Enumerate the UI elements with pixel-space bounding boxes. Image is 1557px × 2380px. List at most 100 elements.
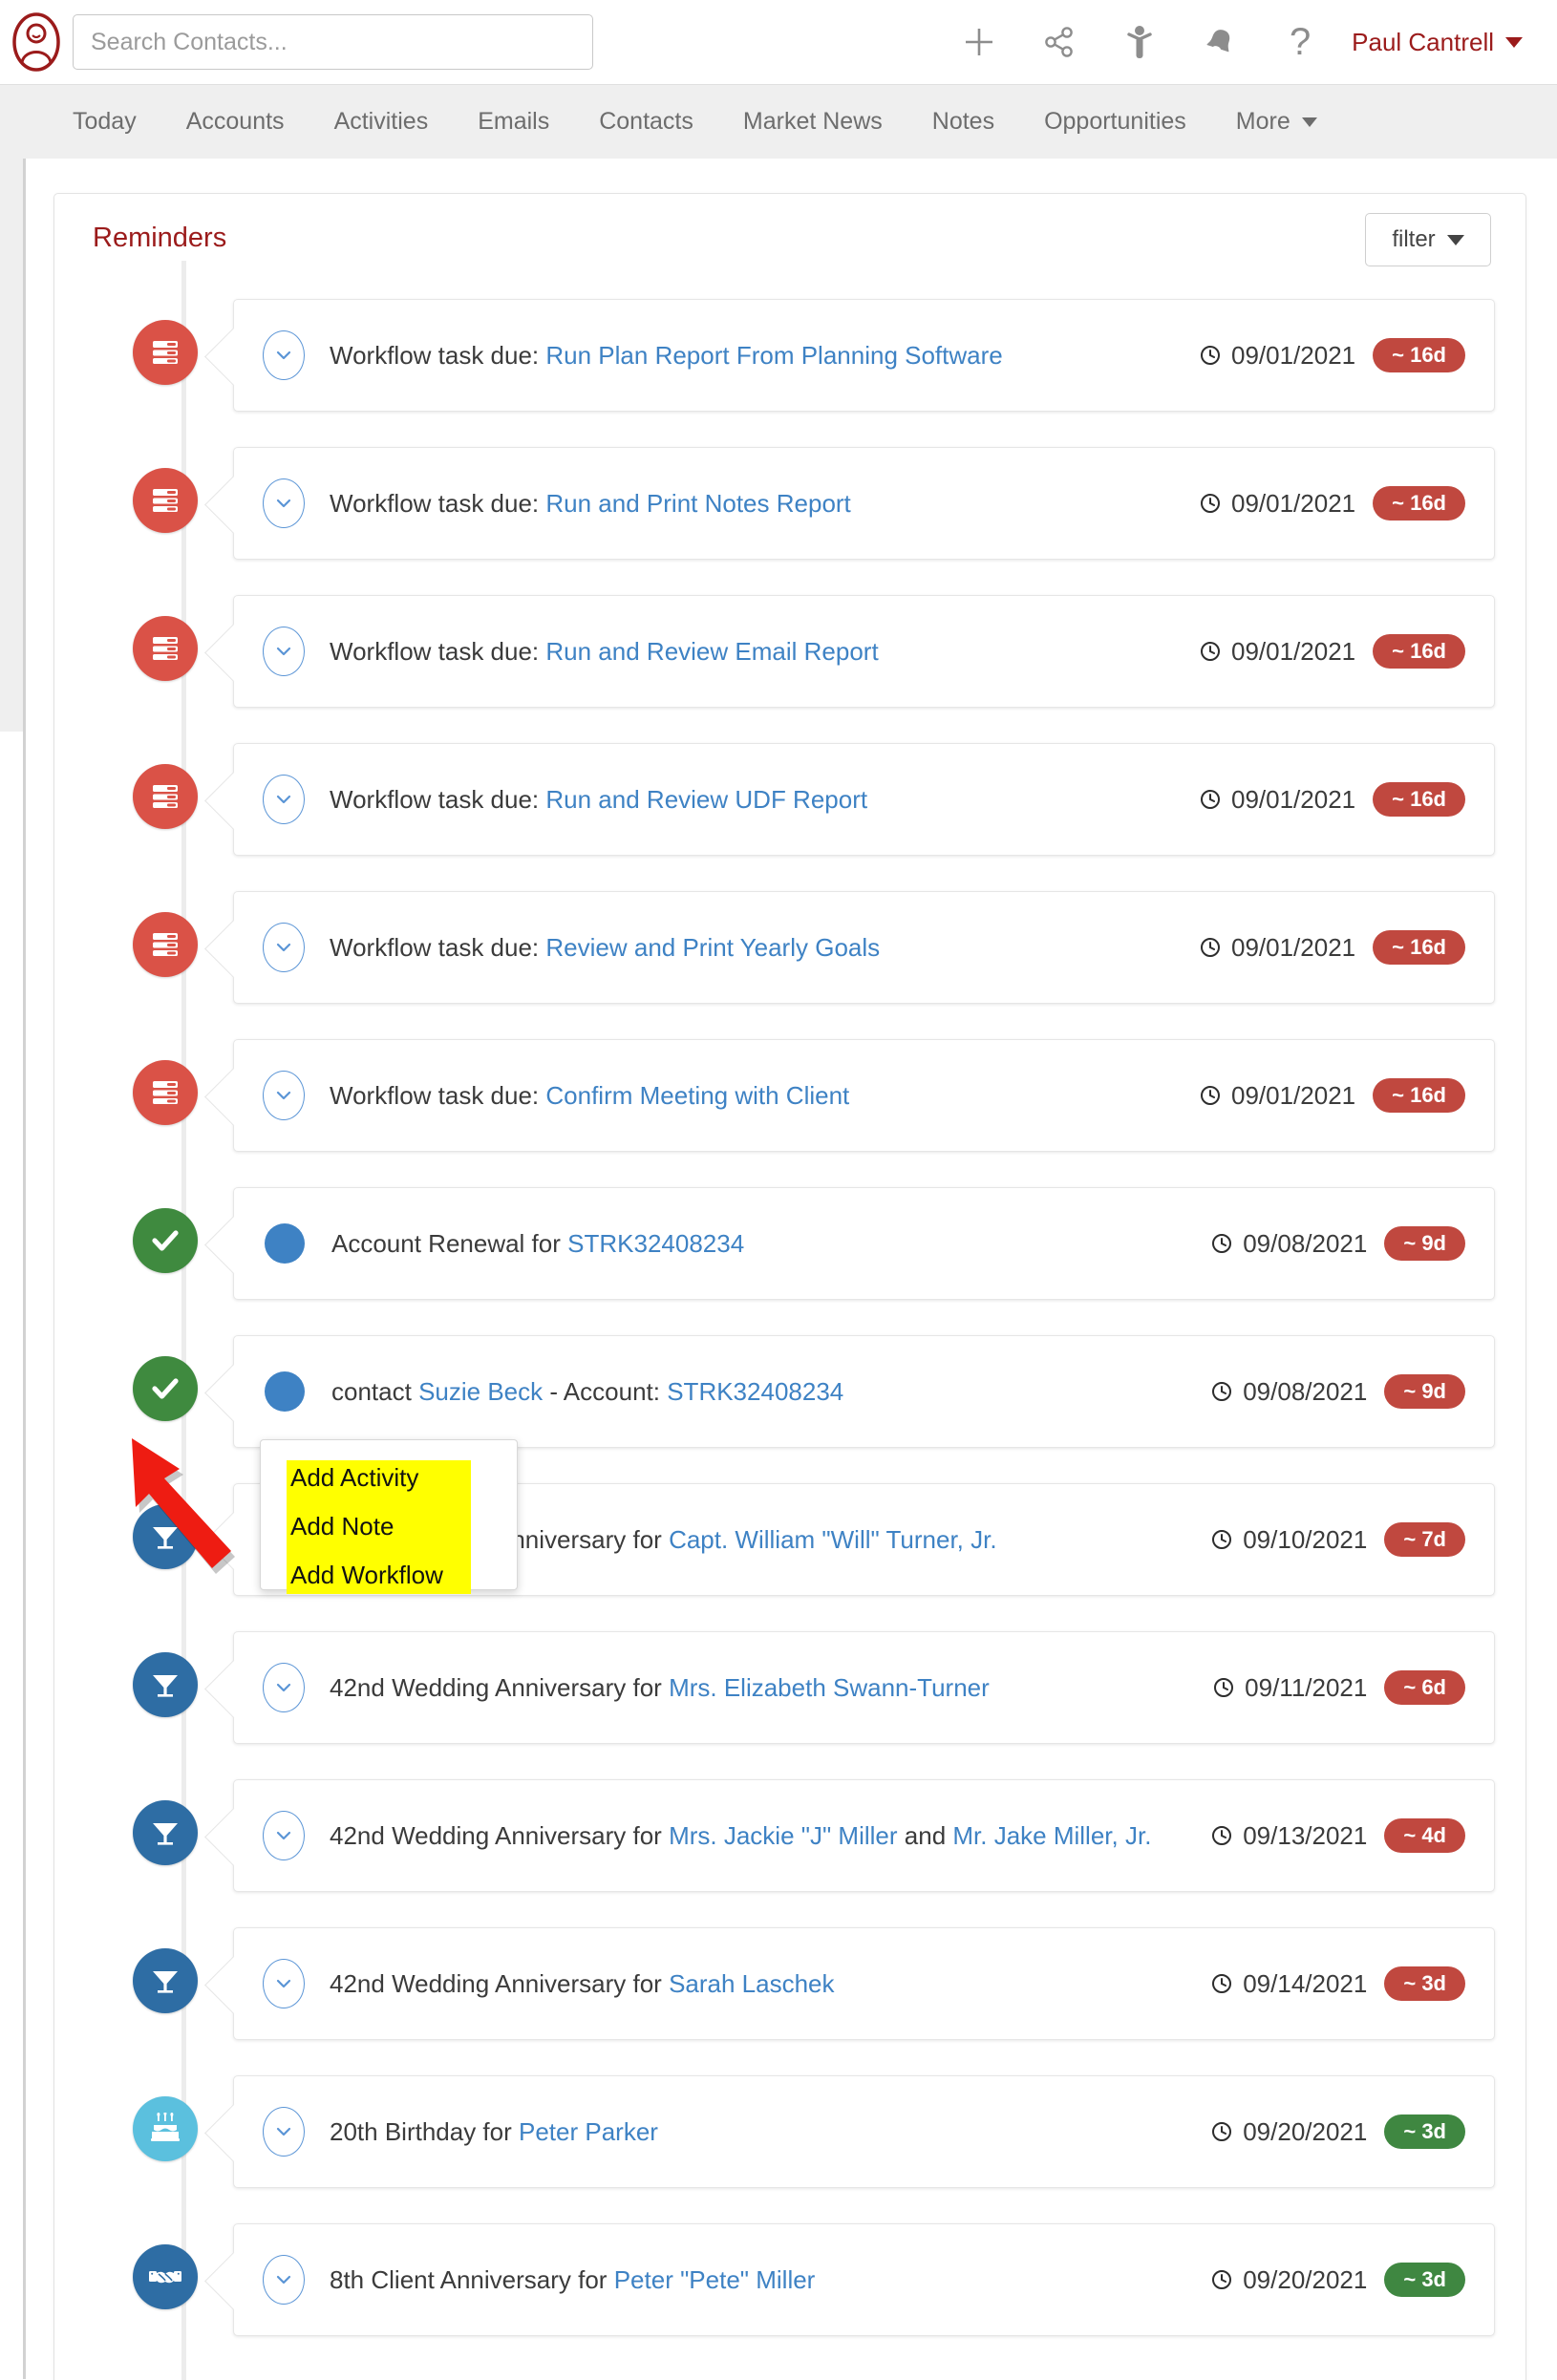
expand-chevron-down-icon[interactable] bbox=[263, 330, 305, 380]
status-badge: ~ 16d bbox=[1373, 634, 1465, 669]
reminder-text: 20th Birthday for Peter Parker bbox=[330, 2117, 1189, 2147]
workflow-task-icon[interactable] bbox=[133, 1060, 198, 1125]
due-date-label: 09/14/2021 bbox=[1243, 1968, 1368, 1998]
reminder-meta: 09/20/2021 ~ 3d bbox=[1210, 2114, 1465, 2149]
reminder-link-primary[interactable]: Suzie Beck bbox=[418, 1377, 543, 1406]
expand-chevron-down-icon[interactable] bbox=[263, 1071, 305, 1120]
user-menu[interactable]: Paul Cantrell bbox=[1352, 28, 1523, 57]
nav-item-label: Notes bbox=[931, 108, 995, 135]
status-badge: ~ 3d bbox=[1384, 2114, 1465, 2149]
chevron-down-icon bbox=[1301, 117, 1317, 127]
nav-item-label: Opportunities bbox=[1044, 108, 1186, 135]
reminder-link-secondary[interactable]: STRK32408234 bbox=[667, 1377, 843, 1406]
context-menu-popup[interactable]: Add Activity Add Note Add Workflow bbox=[260, 1439, 518, 1594]
expand-chevron-down-icon[interactable] bbox=[263, 1959, 305, 2008]
reminder-meta: 09/11/2021 ~ 6d bbox=[1212, 1670, 1465, 1705]
reminder-text-prefix: 42nd Wedding Anniversary for bbox=[330, 1672, 670, 1702]
nav-item-more[interactable]: More bbox=[1211, 108, 1342, 136]
share-icon[interactable] bbox=[1040, 21, 1078, 63]
reminder-link-primary[interactable]: Run Plan Report From Planning Software bbox=[545, 341, 1002, 370]
due-date: 09/10/2021 bbox=[1210, 1525, 1367, 1555]
cocktail-glass-icon[interactable] bbox=[133, 1948, 198, 2013]
birthday-cake-icon[interactable] bbox=[133, 2096, 198, 2161]
nav-item-activities[interactable]: Activities bbox=[309, 108, 454, 136]
cocktail-glass-icon[interactable] bbox=[133, 1652, 198, 1717]
bell-icon[interactable] bbox=[1201, 21, 1239, 63]
reminder-link-primary[interactable]: Sarah Laschek bbox=[669, 1969, 834, 1998]
person-icon[interactable] bbox=[1120, 21, 1159, 63]
expand-chevron-down-icon[interactable] bbox=[263, 478, 305, 528]
reminder-card: Account Renewal for STRK32408234 09/08/20… bbox=[233, 1187, 1495, 1300]
reminder-link-primary[interactable]: Mrs. Jackie "J" Miller bbox=[669, 1821, 897, 1850]
user-menu-label: Paul Cantrell bbox=[1352, 27, 1494, 56]
check-icon[interactable] bbox=[133, 1356, 198, 1421]
reminder-card: Workflow task due: Review and Print Year… bbox=[233, 891, 1495, 1004]
cocktail-glass-icon[interactable] bbox=[133, 1800, 198, 1865]
status-badge: ~ 16d bbox=[1373, 930, 1465, 965]
reminder-link-secondary[interactable]: Mr. Jake Miller, Jr. bbox=[952, 1821, 1151, 1850]
workflow-task-icon[interactable] bbox=[133, 616, 198, 681]
reminder-link-primary[interactable]: Run and Review Email Report bbox=[545, 637, 878, 666]
check-icon[interactable] bbox=[133, 1208, 198, 1273]
reminder-text-prefix: Workflow task due: bbox=[330, 488, 546, 518]
expand-chevron-down-icon[interactable] bbox=[263, 1811, 305, 1860]
status-dot-button[interactable] bbox=[265, 1223, 305, 1264]
expand-chevron-down-icon[interactable] bbox=[263, 775, 305, 824]
reminder-text-prefix: 42nd Wedding Anniversary for bbox=[330, 1820, 670, 1850]
reminder-link-primary[interactable]: Mrs. Elizabeth Swann-Turner bbox=[669, 1673, 990, 1702]
reminder-link-primary[interactable]: Peter Parker bbox=[519, 2117, 658, 2146]
reminder-row: 42nd Wedding Anniversary for Mrs. Jackie… bbox=[54, 1779, 1525, 1927]
cocktail-glass-icon[interactable] bbox=[133, 1504, 198, 1569]
contact-avatar-logo-icon[interactable] bbox=[0, 12, 73, 72]
reminder-meta: 09/10/2021 ~ 7d bbox=[1210, 1522, 1465, 1557]
nav-item-market-news[interactable]: Market News bbox=[718, 108, 907, 136]
reminder-card: 42nd Wedding Anniversary for Sarah Lasch… bbox=[233, 1927, 1495, 2040]
due-date-label: 09/11/2021 bbox=[1245, 1672, 1368, 1702]
filter-button[interactable]: filter bbox=[1365, 213, 1491, 266]
help-icon[interactable]: ? bbox=[1281, 21, 1319, 63]
nav-item-opportunities[interactable]: Opportunities bbox=[1019, 108, 1211, 136]
clock-icon bbox=[1210, 2120, 1233, 2143]
page-body: Reminders filter Workflow task due: Run … bbox=[0, 159, 1557, 2380]
nav-item-emails[interactable]: Emails bbox=[453, 108, 574, 136]
context-menu-item-add-activity[interactable]: Add Activity bbox=[287, 1460, 471, 1497]
workflow-task-icon[interactable] bbox=[133, 912, 198, 977]
workflow-task-icon[interactable] bbox=[133, 468, 198, 533]
reminder-link-primary[interactable]: Confirm Meeting with Client bbox=[545, 1081, 849, 1110]
chevron-down-icon bbox=[1446, 234, 1464, 245]
help-icon-glyph: ? bbox=[1290, 21, 1312, 63]
topbar-icon-group: ? bbox=[960, 21, 1319, 63]
reminder-link-primary[interactable]: Run and Print Notes Report bbox=[545, 489, 850, 518]
status-dot-button[interactable] bbox=[265, 1371, 305, 1412]
nav-item-contacts[interactable]: Contacts bbox=[574, 108, 718, 136]
expand-chevron-down-icon[interactable] bbox=[263, 2255, 305, 2305]
handshake-icon[interactable] bbox=[133, 2244, 198, 2309]
clock-icon bbox=[1210, 2268, 1233, 2291]
chevron-down-icon bbox=[1505, 36, 1523, 48]
nav-item-accounts[interactable]: Accounts bbox=[161, 108, 309, 136]
reminder-meta: 09/14/2021 ~ 3d bbox=[1210, 1966, 1465, 2001]
reminders-timeline: Workflow task due: Run Plan Report From … bbox=[54, 261, 1525, 2380]
reminders-panel-header: Reminders filter bbox=[54, 194, 1525, 299]
expand-chevron-down-icon[interactable] bbox=[263, 923, 305, 972]
nav-item-today[interactable]: Today bbox=[59, 108, 161, 136]
context-menu-item-add-note[interactable]: Add Note bbox=[287, 1509, 471, 1545]
workflow-task-icon[interactable] bbox=[133, 320, 198, 385]
nav-item-notes[interactable]: Notes bbox=[907, 108, 1019, 136]
status-badge: ~ 16d bbox=[1373, 1078, 1465, 1113]
reminder-text: Workflow task due: Run and Review UDF Re… bbox=[330, 785, 1178, 815]
expand-chevron-down-icon[interactable] bbox=[263, 1663, 305, 1712]
reminder-link-primary[interactable]: Review and Print Yearly Goals bbox=[545, 933, 880, 962]
reminder-text-mid: and bbox=[897, 1820, 953, 1850]
expand-chevron-down-icon[interactable] bbox=[263, 2107, 305, 2157]
reminder-link-primary[interactable]: Capt. William "Will" Turner, Jr. bbox=[669, 1525, 997, 1554]
workflow-task-icon[interactable] bbox=[133, 764, 198, 829]
reminder-link-primary[interactable]: STRK32408234 bbox=[567, 1229, 744, 1258]
add-icon[interactable] bbox=[960, 21, 998, 63]
search-input[interactable] bbox=[73, 14, 593, 70]
reminder-link-primary[interactable]: Peter "Pete" Miller bbox=[614, 2265, 816, 2294]
reminder-link-primary[interactable]: Run and Review UDF Report bbox=[545, 785, 867, 814]
clock-icon bbox=[1199, 936, 1222, 959]
context-menu-item-add-workflow[interactable]: Add Workflow bbox=[287, 1558, 471, 1594]
expand-chevron-down-icon[interactable] bbox=[263, 627, 305, 676]
